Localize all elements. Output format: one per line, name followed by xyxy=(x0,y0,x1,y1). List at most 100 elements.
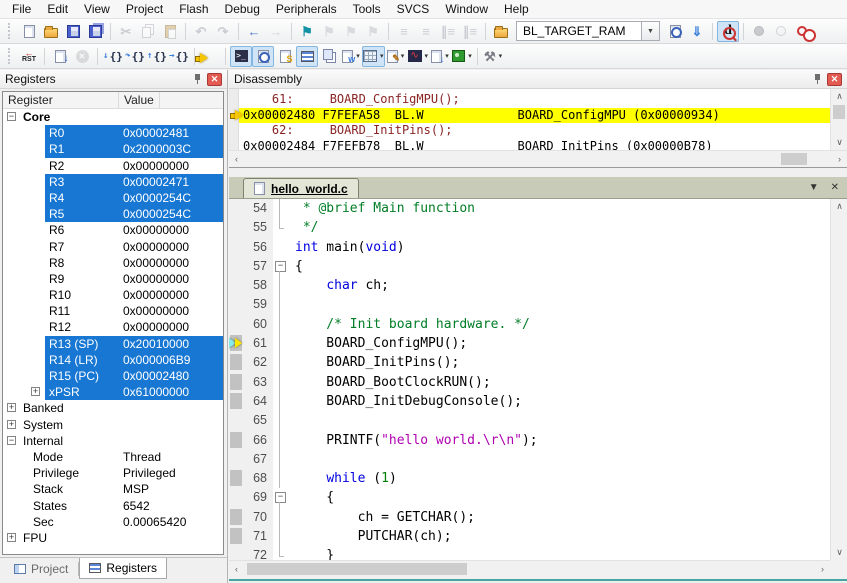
target-folder-icon[interactable] xyxy=(490,21,512,42)
register-row-r8[interactable]: R8 0x00000000 xyxy=(3,255,223,271)
register-row-r13-sp[interactable]: R13 (SP) 0x20010000 xyxy=(3,335,223,352)
code-line-67[interactable]: 67 xyxy=(229,449,830,470)
breakpoint-margin[interactable] xyxy=(229,430,243,450)
code-line-71[interactable]: 71 PUTCHAR(ch); xyxy=(229,527,830,547)
show-next-statement-icon[interactable] xyxy=(194,46,221,67)
unindent-icon[interactable]: ≡ xyxy=(415,21,437,42)
scroll-up-icon[interactable]: ∧ xyxy=(831,89,847,104)
register-row-r11[interactable]: R11 0x00000000 xyxy=(3,303,223,319)
register-row-sec[interactable]: Sec 0.00065420 xyxy=(3,514,223,530)
scroll-left-icon[interactable]: ‹ xyxy=(229,561,244,578)
scroll-right-icon[interactable]: › xyxy=(832,151,847,168)
close-icon[interactable]: ✕ xyxy=(207,72,222,86)
menu-svcs[interactable]: SVCS xyxy=(389,1,438,17)
navigate-forward-icon[interactable]: → xyxy=(265,21,287,42)
breakpoint-margin[interactable] xyxy=(229,372,243,392)
disassembly-instruction-line[interactable]: 0x00002484 F7FEFB78 BL.W BOARD_InitPins … xyxy=(239,139,830,151)
symbol-window-icon[interactable]: S xyxy=(274,46,296,67)
breakpoint-enable-icon[interactable] xyxy=(770,21,792,42)
register-row-privilege[interactable]: Privilege Privileged xyxy=(3,465,223,481)
breakpoint-margin[interactable] xyxy=(229,469,243,489)
navigate-back-icon[interactable]: ← xyxy=(243,21,265,42)
fold-toggle-icon[interactable] xyxy=(273,488,287,509)
cut-icon[interactable]: ✂ xyxy=(115,21,137,42)
breakpoint-margin[interactable] xyxy=(229,391,243,412)
debug-session-icon[interactable]: d xyxy=(717,20,739,42)
code-line-70[interactable]: 70 ch = GETCHAR(); xyxy=(229,507,830,528)
system-viewer-icon[interactable]: ▾ xyxy=(451,46,473,67)
menu-edit[interactable]: Edit xyxy=(39,1,76,17)
expand-icon[interactable]: + xyxy=(7,532,16,542)
scroll-down-icon[interactable]: ∨ xyxy=(831,545,847,560)
breakpoint-margin[interactable] xyxy=(229,449,243,470)
scroll-right-icon[interactable]: › xyxy=(815,561,830,578)
copy-icon[interactable] xyxy=(137,21,159,42)
column-header-value[interactable]: Value xyxy=(119,92,160,108)
breakpoint-margin[interactable] xyxy=(229,256,243,277)
run-icon[interactable]: ↓ xyxy=(49,46,71,67)
command-window-icon[interactable]: >_ xyxy=(230,45,252,67)
code-line-56[interactable]: 56 int main(void) xyxy=(229,237,830,257)
register-row-r0[interactable]: R0 0x00002481 xyxy=(3,125,223,142)
bookmark-prev-icon[interactable]: ⚑ xyxy=(318,21,340,42)
system-viewer-icon-dropdown[interactable]: ▾ xyxy=(468,52,472,60)
memory-window-icon-dropdown[interactable]: ▾ xyxy=(380,52,384,60)
file-options-icon[interactable] xyxy=(664,21,686,42)
paste-icon[interactable] xyxy=(159,21,181,42)
bookmark-toggle-icon[interactable]: ⚑ xyxy=(296,21,318,42)
breakpoint-margin[interactable] xyxy=(229,411,243,431)
menu-help[interactable]: Help xyxy=(496,1,537,17)
find-in-files-icon[interactable]: ⇓ xyxy=(686,21,708,42)
code-line-59[interactable]: 59 xyxy=(229,295,830,316)
register-row-banked[interactable]: + Banked xyxy=(3,400,223,416)
register-row-stack[interactable]: Stack MSP xyxy=(3,481,223,497)
pin-icon[interactable] xyxy=(193,73,203,85)
callstack-window-icon[interactable] xyxy=(318,46,340,67)
register-row-r2[interactable]: R2 0x00000000 xyxy=(3,158,223,174)
menu-tools[interactable]: Tools xyxy=(345,1,389,17)
menu-window[interactable]: Window xyxy=(437,1,496,17)
indent-icon[interactable]: ≡ xyxy=(393,21,415,42)
disassembly-hscrollbar[interactable]: ‹ › xyxy=(229,150,847,167)
trace-window-icon[interactable]: ↓ ▾ xyxy=(429,46,451,67)
tab-hello-world-c[interactable]: hello_world.c xyxy=(243,178,359,198)
stop-icon[interactable]: ✕ xyxy=(71,46,93,67)
register-row-r12[interactable]: R12 0x00000000 xyxy=(3,319,223,335)
breakpoint-margin[interactable] xyxy=(229,237,243,257)
register-row-r15-pc[interactable]: R15 (PC) 0x00002480 xyxy=(3,368,223,385)
reset-icon[interactable]: ← RST xyxy=(18,46,40,67)
disassembly-source-line[interactable]: 62: BOARD_InitPins(); xyxy=(239,123,830,139)
code-line-69[interactable]: 69 { xyxy=(229,488,830,509)
collapse-icon[interactable]: − xyxy=(7,112,16,121)
scroll-left-icon[interactable]: ‹ xyxy=(229,151,244,168)
register-row-internal[interactable]: − Internal xyxy=(3,433,223,449)
step-out-icon[interactable]: ↑{} xyxy=(146,46,168,67)
register-row-r5[interactable]: R5 0x0000254C xyxy=(3,206,223,223)
debug-settings-icon[interactable]: ⚒ ▾ xyxy=(482,46,504,67)
breakpoint-kill-all-icon[interactable] xyxy=(792,21,816,42)
register-row-xpsr[interactable]: + xPSR 0x61000000 xyxy=(3,384,223,401)
register-row-fpu[interactable]: + FPU xyxy=(3,530,223,546)
breakpoint-margin[interactable] xyxy=(229,488,243,508)
menu-peripherals[interactable]: Peripherals xyxy=(268,1,345,17)
comment-selection-icon[interactable]: ∥≡ xyxy=(437,21,459,42)
menu-view[interactable]: View xyxy=(76,1,118,17)
trace-window-icon-dropdown[interactable]: ▾ xyxy=(445,52,449,60)
expand-icon[interactable]: + xyxy=(7,419,16,429)
watch-window-icon-dropdown[interactable]: ▾ xyxy=(356,52,360,60)
save-all-icon[interactable] xyxy=(84,21,106,42)
code-line-63[interactable]: 63 BOARD_BootClockRUN(); xyxy=(229,372,830,393)
register-row-system[interactable]: + System xyxy=(3,417,223,433)
serial-window-icon[interactable]: ✎ ▾ xyxy=(385,46,407,67)
run-to-cursor-icon[interactable]: →{} xyxy=(168,46,190,67)
breakpoint-margin[interactable] xyxy=(229,353,243,373)
disassembly-source-line[interactable]: 61: BOARD_ConfigMPU(); xyxy=(239,92,830,108)
disassembly-vscrollbar[interactable]: ∧ ∨ xyxy=(830,89,847,150)
breakpoint-margin[interactable] xyxy=(229,334,243,354)
serial-window-icon-dropdown[interactable]: ▾ xyxy=(401,52,405,60)
code-line-68[interactable]: 68 while (1) xyxy=(229,469,830,489)
menu-debug[interactable]: Debug xyxy=(217,1,268,17)
disassembly-window-icon[interactable] xyxy=(252,45,274,67)
code-line-58[interactable]: 58 char ch; xyxy=(229,276,830,296)
code-line-60[interactable]: 60 /* Init board hardware. */ xyxy=(229,314,830,335)
